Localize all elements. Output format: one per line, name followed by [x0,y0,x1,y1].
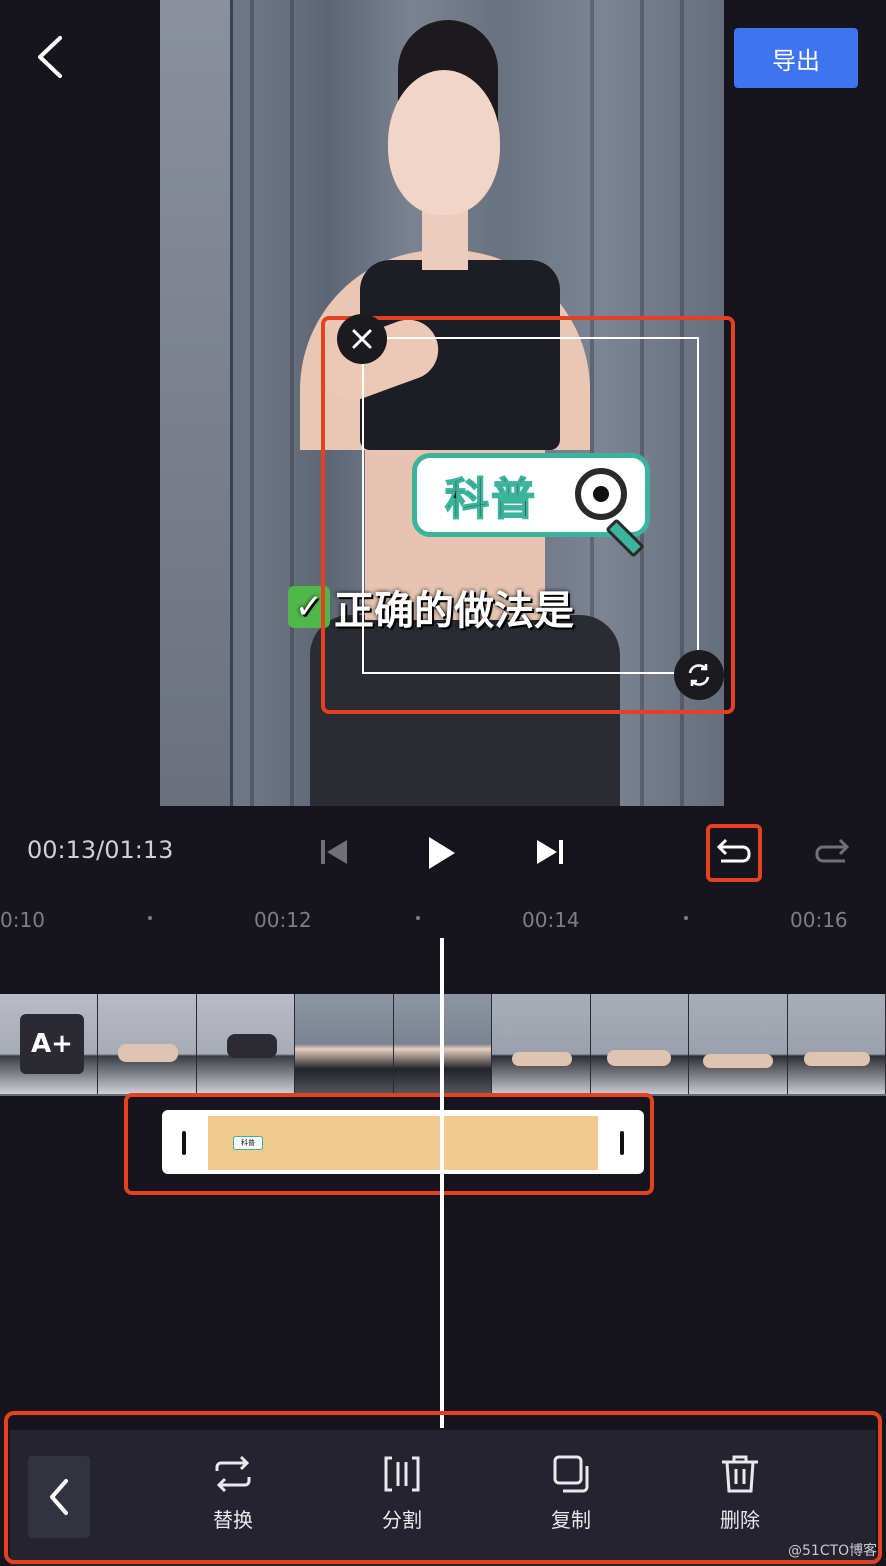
play-icon [429,837,455,869]
back-button[interactable] [30,30,74,84]
playhead[interactable] [440,938,444,1428]
highlight-box-clip [124,1093,654,1195]
ruler-tick: 00:16 [790,908,848,932]
video-frame-thumbnail [689,994,788,1094]
video-frame-thumbnail [590,994,690,1094]
ruler-tick: 00:12 [254,908,312,932]
playback-time: 00:13/01:13 [27,836,174,864]
video-frame-thumbnail [295,994,394,1094]
add-text-button[interactable]: A+ [20,1014,84,1074]
ruler-tick: 0:10 [0,908,45,932]
watermark: @51CTO博客 [788,1543,878,1559]
export-button[interactable]: 导出 [734,28,858,88]
highlight-box-sticker [321,316,735,714]
rotate-scale-handle[interactable] [674,650,724,700]
play-button[interactable] [416,828,466,878]
skip-forward-icon [537,840,563,864]
ruler-tick: 00:14 [522,908,580,932]
skip-to-end-button[interactable] [528,830,572,874]
highlight-box-toolbar [4,1411,882,1564]
delete-sticker-button[interactable] [337,314,387,364]
skip-back-icon [321,840,347,864]
redo-button[interactable] [810,830,854,876]
person-figure [388,70,500,215]
skip-to-start-button[interactable] [312,830,356,874]
video-frame-thumbnail [98,994,197,1094]
video-frame-thumbnail [196,994,296,1094]
video-frame-thumbnail [492,994,591,1094]
background-door [160,0,233,806]
close-icon [352,329,372,349]
highlight-box-undo [706,824,762,882]
video-frame-thumbnail [787,994,886,1094]
redo-icon [815,838,850,863]
chevron-left-icon [38,36,62,78]
rotate-icon [688,664,710,686]
